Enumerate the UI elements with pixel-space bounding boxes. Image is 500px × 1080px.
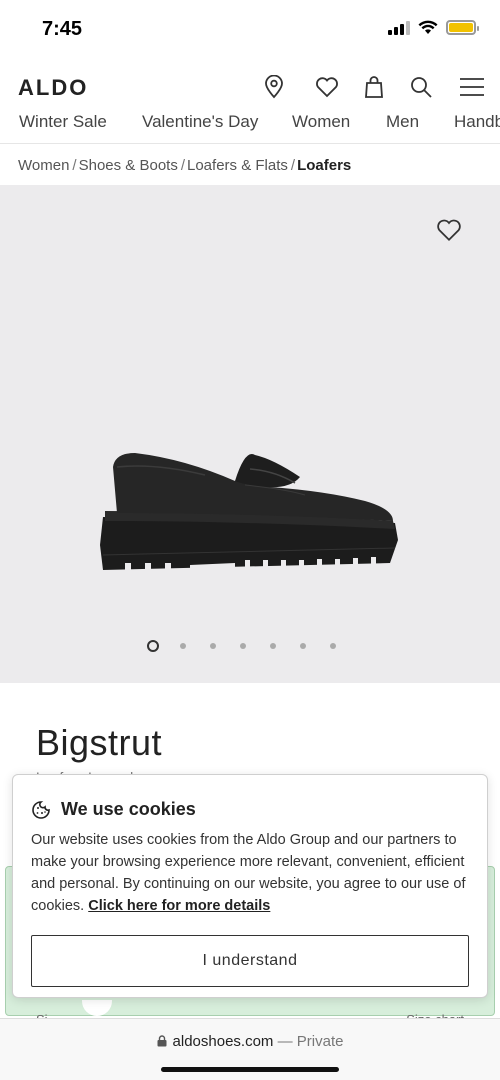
- accept-cookies-button[interactable]: I understand: [31, 935, 469, 987]
- nav-item-winter-sale[interactable]: Winter Sale: [19, 112, 107, 132]
- gallery-dot-6[interactable]: [300, 643, 306, 649]
- search-icon[interactable]: [408, 74, 434, 100]
- bag-icon[interactable]: [361, 74, 387, 100]
- nav-item-valentines-day[interactable]: Valentine's Day: [142, 112, 258, 132]
- cookie-header: We use cookies: [31, 799, 196, 820]
- product-image-loafer: [100, 453, 398, 575]
- menu-icon[interactable]: [459, 74, 485, 100]
- nav-item-men[interactable]: Men: [386, 112, 419, 132]
- cookie-icon: [32, 800, 50, 819]
- wishlist-button[interactable]: [434, 215, 464, 245]
- cookie-body: Our website uses cookies from the Aldo G…: [31, 829, 477, 917]
- url-domain: aldoshoes.com: [172, 1033, 274, 1050]
- nav-item-women[interactable]: Women: [292, 112, 350, 132]
- gallery-dot-4[interactable]: [240, 643, 246, 649]
- status-time: 7:45: [42, 18, 83, 40]
- breadcrumb-women[interactable]: Women: [18, 157, 69, 174]
- breadcrumb-shoes-boots[interactable]: Shoes & Boots: [79, 157, 178, 174]
- breadcrumb: Women / Shoes & Boots / Loafers & Flats / Loaf…: [18, 157, 351, 174]
- gallery-pagination: [0, 640, 500, 652]
- cookie-details-link[interactable]: Click here for more details: [88, 898, 270, 914]
- cookie-title: We use cookies: [61, 799, 196, 819]
- home-indicator[interactable]: [161, 1067, 339, 1072]
- cookie-banner: We use cookies Our website uses cookies …: [12, 774, 488, 998]
- url-display[interactable]: aldoshoes.com — Private: [0, 1033, 500, 1050]
- breadcrumb-separator: /: [180, 157, 185, 174]
- product-title: Bigstrut: [36, 722, 163, 763]
- breadcrumb-separator: /: [72, 157, 77, 174]
- signal-icon: [388, 20, 410, 35]
- breadcrumb-loafers-flats[interactable]: Loafers & Flats: [187, 157, 288, 174]
- location-icon[interactable]: [261, 74, 287, 100]
- private-mode-label: — Private: [277, 1033, 344, 1050]
- product-gallery[interactable]: [0, 185, 500, 683]
- heart-icon: [437, 219, 461, 241]
- gallery-dot-2[interactable]: [180, 643, 186, 649]
- status-icons: [388, 20, 479, 35]
- breadcrumb-separator: /: [290, 157, 296, 174]
- browser-url-bar[interactable]: aldoshoes.com — Private: [0, 1018, 500, 1080]
- nav-item-handbags[interactable]: Handb: [454, 112, 500, 132]
- battery-icon: [446, 20, 479, 35]
- aldo-logo[interactable]: ALDO: [18, 75, 88, 101]
- heart-icon[interactable]: [314, 74, 340, 100]
- wifi-icon: [418, 20, 438, 34]
- gallery-dot-1[interactable]: [147, 640, 159, 652]
- gallery-dot-5[interactable]: [270, 643, 276, 649]
- gallery-dot-3[interactable]: [210, 643, 216, 649]
- breadcrumb-current: Loafers: [297, 157, 352, 174]
- gallery-dot-7[interactable]: [330, 643, 336, 649]
- status-bar: 7:45: [0, 0, 500, 60]
- lock-icon: [157, 1035, 167, 1047]
- category-nav: Winter Sale Valentine's Day Women Men Ha…: [0, 110, 500, 144]
- site-header: ALDO: [0, 62, 500, 112]
